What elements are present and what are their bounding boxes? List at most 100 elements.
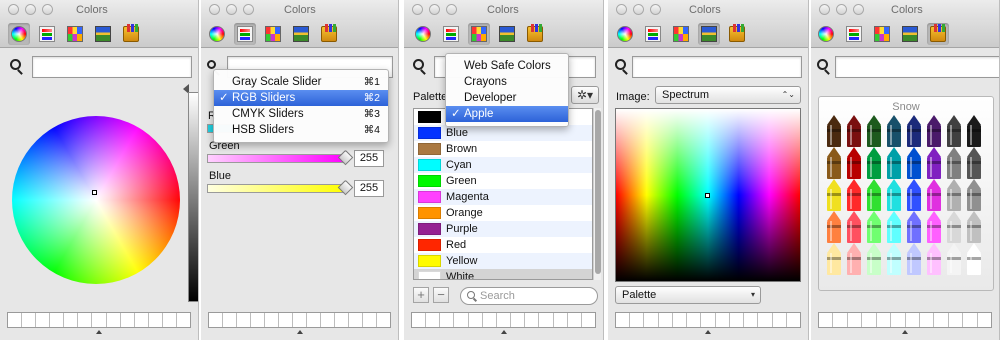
- crayon[interactable]: [887, 147, 901, 179]
- resize-grip-icon[interactable]: [296, 330, 303, 334]
- crayon[interactable]: [887, 243, 901, 275]
- search-input[interactable]: [32, 56, 192, 78]
- color-swatches[interactable]: [818, 312, 992, 328]
- swatch[interactable]: [730, 313, 745, 327]
- swatch[interactable]: [64, 313, 79, 327]
- resize-grip-icon[interactable]: [500, 330, 507, 334]
- color-list-item[interactable]: White: [414, 269, 592, 279]
- zoom-button[interactable]: [853, 4, 864, 15]
- minimize-button[interactable]: [226, 4, 237, 15]
- blue-slider-thumb[interactable]: [337, 179, 354, 196]
- swatch[interactable]: [525, 313, 540, 327]
- color-wheel-tab[interactable]: [412, 23, 434, 45]
- swatch[interactable]: [349, 313, 363, 327]
- search-input[interactable]: [632, 56, 802, 78]
- crayon[interactable]: [967, 179, 981, 211]
- color-sliders-tab[interactable]: [36, 23, 58, 45]
- crayon[interactable]: [867, 211, 881, 243]
- magnifier-icon[interactable]: [10, 59, 21, 70]
- crayon[interactable]: [867, 243, 881, 275]
- crayon[interactable]: [947, 115, 961, 147]
- menu-item-cmyk[interactable]: CMYK Sliders ⌘3: [214, 106, 388, 122]
- swatch[interactable]: [978, 313, 991, 327]
- swatch[interactable]: [920, 313, 935, 327]
- remove-color-button[interactable]: −: [433, 287, 449, 303]
- crayon[interactable]: [827, 211, 841, 243]
- zoom-button[interactable]: [42, 4, 53, 15]
- color-palettes-tab[interactable]: [670, 23, 692, 45]
- resize-grip-icon[interactable]: [96, 330, 102, 334]
- swatch[interactable]: [716, 313, 730, 327]
- swatch[interactable]: [744, 313, 759, 327]
- crayons-tab[interactable]: [524, 23, 546, 45]
- swatch[interactable]: [177, 313, 190, 327]
- green-slider[interactable]: [207, 149, 354, 166]
- minimize-button[interactable]: [836, 4, 847, 15]
- minimize-button[interactable]: [429, 4, 440, 15]
- crayon[interactable]: [907, 147, 921, 179]
- spectrum-image[interactable]: [615, 108, 801, 282]
- swatch[interactable]: [454, 313, 469, 327]
- image-palettes-tab[interactable]: [698, 23, 720, 45]
- color-palettes-tab[interactable]: [468, 23, 490, 45]
- color-list-item[interactable]: Cyan: [414, 157, 592, 173]
- swatch[interactable]: [819, 313, 834, 327]
- swatch[interactable]: [321, 313, 335, 327]
- crayon[interactable]: [847, 179, 861, 211]
- crayon[interactable]: [847, 243, 861, 275]
- crayon[interactable]: [827, 179, 841, 211]
- swatch[interactable]: [92, 313, 107, 327]
- menu-item-crayons[interactable]: Crayons: [446, 74, 568, 90]
- crayon[interactable]: [967, 211, 981, 243]
- crayon[interactable]: [967, 115, 981, 147]
- green-value-field[interactable]: 255: [354, 150, 384, 167]
- crayon[interactable]: [907, 243, 921, 275]
- swatch[interactable]: [554, 313, 568, 327]
- blue-slider[interactable]: [207, 179, 354, 196]
- color-list-item[interactable]: Green: [414, 173, 592, 189]
- close-button[interactable]: [616, 4, 627, 15]
- menu-item-apple[interactable]: ✓ Apple: [446, 106, 568, 122]
- crayon[interactable]: [947, 211, 961, 243]
- menu-item-hsb[interactable]: HSB Sliders ⌘4: [214, 122, 388, 138]
- swatch[interactable]: [363, 313, 377, 327]
- zoom-button[interactable]: [650, 4, 661, 15]
- crayon[interactable]: [907, 115, 921, 147]
- search-input[interactable]: [835, 56, 999, 78]
- add-color-button[interactable]: +: [413, 287, 429, 303]
- color-swatches[interactable]: [411, 312, 596, 328]
- minimize-button[interactable]: [25, 4, 36, 15]
- swatch[interactable]: [36, 313, 51, 327]
- menu-item-rgb[interactable]: ✓ RGB Sliders ⌘2: [214, 90, 388, 106]
- crayon[interactable]: [887, 211, 901, 243]
- color-list[interactable]: Blue Brown Cyan Green Magenta Orange Purple Red…: [413, 108, 593, 280]
- resize-grip-icon[interactable]: [705, 330, 711, 334]
- crayon[interactable]: [947, 243, 961, 275]
- color-sliders-tab[interactable]: [642, 23, 664, 45]
- green-slider-thumb[interactable]: [337, 149, 354, 166]
- image-select[interactable]: Spectrum ⌃⌄: [655, 86, 801, 104]
- swatch[interactable]: [78, 313, 93, 327]
- swatch[interactable]: [265, 313, 279, 327]
- swatch[interactable]: [773, 313, 787, 327]
- close-button[interactable]: [209, 4, 220, 15]
- color-swatches[interactable]: [7, 312, 191, 328]
- swatch[interactable]: [511, 313, 526, 327]
- crayon[interactable]: [907, 211, 921, 243]
- color-list-item[interactable]: Orange: [414, 205, 592, 221]
- color-list-item[interactable]: Brown: [414, 141, 592, 157]
- swatch[interactable]: [440, 313, 455, 327]
- crayon[interactable]: [867, 115, 881, 147]
- swatch[interactable]: [483, 313, 497, 327]
- crayon[interactable]: [847, 211, 861, 243]
- crayon[interactable]: [967, 243, 981, 275]
- swatch[interactable]: [135, 313, 149, 327]
- swatch[interactable]: [279, 313, 293, 327]
- swatch[interactable]: [237, 313, 251, 327]
- swatch[interactable]: [149, 313, 163, 327]
- crayon[interactable]: [927, 211, 941, 243]
- swatch[interactable]: [877, 313, 892, 327]
- swatch[interactable]: [949, 313, 964, 327]
- color-picker-marker[interactable]: [705, 193, 710, 198]
- palette-select[interactable]: Palette ▾: [615, 286, 761, 304]
